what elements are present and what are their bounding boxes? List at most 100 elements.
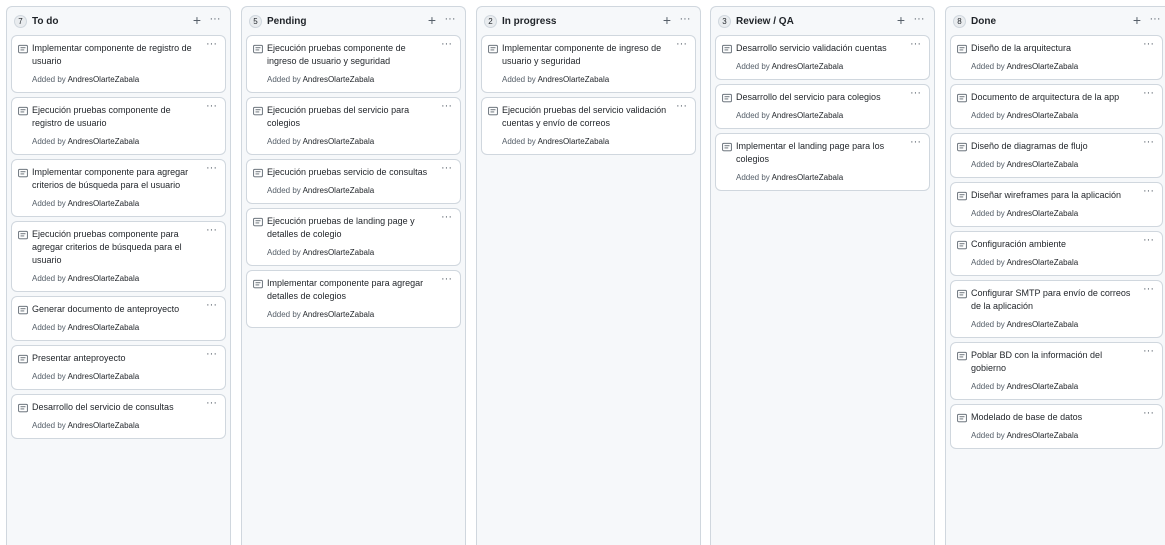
column-menu-button[interactable]: ···	[442, 12, 458, 28]
card-title[interactable]: Modelado de base de datos	[971, 411, 1136, 424]
card-title[interactable]: Poblar BD con la información del gobiern…	[971, 349, 1136, 375]
board-card[interactable]: Ejecución pruebas de landing page y deta…	[246, 208, 461, 266]
card-author[interactable]: AndresOlarteZabala	[1007, 160, 1079, 169]
card-title[interactable]: Desarrollo servicio validación cuentas	[736, 42, 903, 55]
card-menu-button[interactable]: ···	[206, 398, 217, 409]
card-title[interactable]: Ejecución pruebas componente de ingreso …	[267, 42, 434, 68]
column-menu-button[interactable]: ···	[1147, 12, 1163, 28]
card-title[interactable]: Ejecución pruebas servicio de consultas	[267, 166, 434, 179]
card-menu-button[interactable]: ···	[441, 163, 452, 174]
card-menu-button[interactable]: ···	[1143, 186, 1154, 197]
board-card[interactable]: Diseño de la arquitectura Added by Andre…	[950, 35, 1163, 80]
card-title[interactable]: Ejecución pruebas del servicio para cole…	[267, 104, 434, 130]
card-author[interactable]: AndresOlarteZabala	[1007, 320, 1079, 329]
card-author[interactable]: AndresOlarteZabala	[303, 248, 375, 257]
board-card[interactable]: Documento de arquitectura de la app Adde…	[950, 84, 1163, 129]
board-card[interactable]: Ejecución pruebas del servicio para cole…	[246, 97, 461, 155]
card-menu-button[interactable]: ···	[910, 88, 921, 99]
board-card[interactable]: Implementar componente de ingreso de usu…	[481, 35, 696, 93]
card-author[interactable]: AndresOlarteZabala	[1007, 382, 1079, 391]
card-menu-button[interactable]: ···	[910, 137, 921, 148]
card-author[interactable]: AndresOlarteZabala	[538, 75, 610, 84]
board-card[interactable]: Implementar componente de registro de us…	[11, 35, 226, 93]
card-menu-button[interactable]: ···	[676, 101, 687, 112]
card-menu-button[interactable]: ···	[206, 300, 217, 311]
card-author[interactable]: AndresOlarteZabala	[68, 421, 140, 430]
card-title[interactable]: Desarrollo del servicio de consultas	[32, 401, 199, 414]
card-title[interactable]: Diseño de diagramas de flujo	[971, 140, 1136, 153]
card-menu-button[interactable]: ···	[206, 101, 217, 112]
card-author[interactable]: AndresOlarteZabala	[68, 199, 140, 208]
column-menu-button[interactable]: ···	[911, 12, 927, 28]
card-title[interactable]: Ejecución pruebas de landing page y deta…	[267, 215, 434, 241]
card-menu-button[interactable]: ···	[1143, 408, 1154, 419]
card-menu-button[interactable]: ···	[206, 39, 217, 50]
board-card[interactable]: Poblar BD con la información del gobiern…	[950, 342, 1163, 400]
card-author[interactable]: AndresOlarteZabala	[68, 323, 140, 332]
board-card[interactable]: Ejecución pruebas del servicio validació…	[481, 97, 696, 155]
card-menu-button[interactable]: ···	[206, 225, 217, 236]
card-author[interactable]: AndresOlarteZabala	[1007, 111, 1079, 120]
card-author[interactable]: AndresOlarteZabala	[1007, 431, 1079, 440]
board-card[interactable]: Diseñar wireframes para la aplicación Ad…	[950, 182, 1163, 227]
card-author[interactable]: AndresOlarteZabala	[68, 137, 140, 146]
card-title[interactable]: Implementar el landing page para los col…	[736, 140, 903, 166]
board-card[interactable]: Desarrollo del servicio de consultas Add…	[11, 394, 226, 439]
card-author[interactable]: AndresOlarteZabala	[1007, 258, 1079, 267]
card-menu-button[interactable]: ···	[441, 101, 452, 112]
card-menu-button[interactable]: ···	[676, 39, 687, 50]
card-author[interactable]: AndresOlarteZabala	[303, 186, 375, 195]
board-card[interactable]: Implementar componente para agregar crit…	[11, 159, 226, 217]
board-card[interactable]: Implementar componente para agregar deta…	[246, 270, 461, 328]
card-menu-button[interactable]: ···	[206, 349, 217, 360]
card-menu-button[interactable]: ···	[1143, 88, 1154, 99]
card-author[interactable]: AndresOlarteZabala	[772, 111, 844, 120]
card-menu-button[interactable]: ···	[206, 163, 217, 174]
card-title[interactable]: Ejecución pruebas componente para agrega…	[32, 228, 199, 267]
board-card[interactable]: Desarrollo servicio validación cuentas A…	[715, 35, 930, 80]
add-item-button[interactable]: +	[660, 12, 674, 28]
board-card[interactable]: Implementar el landing page para los col…	[715, 133, 930, 191]
add-item-button[interactable]: +	[1130, 12, 1144, 28]
card-title[interactable]: Implementar componente para agregar deta…	[267, 277, 434, 303]
column-menu-button[interactable]: ···	[207, 12, 223, 28]
card-title[interactable]: Diseño de la arquitectura	[971, 42, 1136, 55]
card-author[interactable]: AndresOlarteZabala	[68, 274, 140, 283]
card-menu-button[interactable]: ···	[1143, 235, 1154, 246]
add-item-button[interactable]: +	[425, 12, 439, 28]
card-author[interactable]: AndresOlarteZabala	[772, 173, 844, 182]
card-author[interactable]: AndresOlarteZabala	[303, 310, 375, 319]
card-menu-button[interactable]: ···	[1143, 137, 1154, 148]
card-author[interactable]: AndresOlarteZabala	[1007, 209, 1079, 218]
card-author[interactable]: AndresOlarteZabala	[1007, 62, 1079, 71]
card-title[interactable]: Presentar anteproyecto	[32, 352, 199, 365]
board-card[interactable]: Ejecución pruebas componente para agrega…	[11, 221, 226, 292]
board-card[interactable]: Presentar anteproyecto Added by AndresOl…	[11, 345, 226, 390]
board-card[interactable]: Ejecución pruebas componente de registro…	[11, 97, 226, 155]
add-item-button[interactable]: +	[894, 12, 908, 28]
board-card[interactable]: Configuración ambiente Added by AndresOl…	[950, 231, 1163, 276]
card-author[interactable]: AndresOlarteZabala	[772, 62, 844, 71]
card-title[interactable]: Configurar SMTP para envío de correos de…	[971, 287, 1136, 313]
card-title[interactable]: Ejecución pruebas componente de registro…	[32, 104, 199, 130]
card-title[interactable]: Implementar componente de registro de us…	[32, 42, 199, 68]
card-menu-button[interactable]: ···	[1143, 284, 1154, 295]
card-title[interactable]: Desarrollo del servicio para colegios	[736, 91, 903, 104]
card-menu-button[interactable]: ···	[441, 39, 452, 50]
board-card[interactable]: Generar documento de anteproyecto Added …	[11, 296, 226, 341]
card-title[interactable]: Documento de arquitectura de la app	[971, 91, 1136, 104]
card-author[interactable]: AndresOlarteZabala	[68, 75, 140, 84]
card-title[interactable]: Implementar componente para agregar crit…	[32, 166, 199, 192]
column-menu-button[interactable]: ···	[677, 12, 693, 28]
card-menu-button[interactable]: ···	[441, 212, 452, 223]
card-menu-button[interactable]: ···	[1143, 346, 1154, 357]
card-title[interactable]: Diseñar wireframes para la aplicación	[971, 189, 1136, 202]
card-menu-button[interactable]: ···	[910, 39, 921, 50]
card-author[interactable]: AndresOlarteZabala	[68, 372, 140, 381]
card-title[interactable]: Generar documento de anteproyecto	[32, 303, 199, 316]
board-card[interactable]: Ejecución pruebas componente de ingreso …	[246, 35, 461, 93]
board-card[interactable]: Ejecución pruebas servicio de consultas …	[246, 159, 461, 204]
card-title[interactable]: Implementar componente de ingreso de usu…	[502, 42, 669, 68]
card-author[interactable]: AndresOlarteZabala	[303, 75, 375, 84]
card-menu-button[interactable]: ···	[1143, 39, 1154, 50]
